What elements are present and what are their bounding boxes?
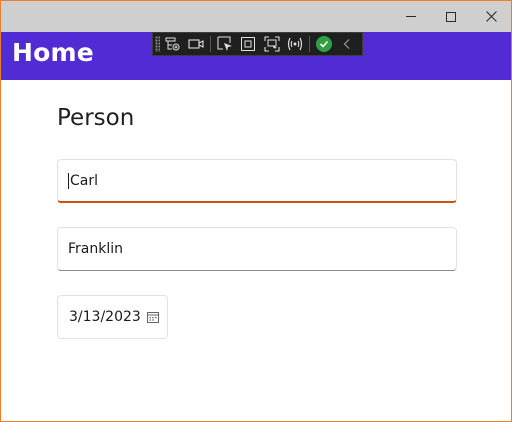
collapse-toolbar-button[interactable] xyxy=(339,34,356,54)
minimize-button[interactable] xyxy=(391,1,431,32)
toolbar-separator xyxy=(210,36,211,52)
xaml-debug-toolbar xyxy=(152,32,363,56)
date-value: 3/13/2023 xyxy=(69,309,141,325)
form-title: Person xyxy=(57,105,135,131)
close-icon xyxy=(485,11,497,22)
minimize-icon xyxy=(406,16,416,17)
camera-icon xyxy=(188,39,204,49)
last-name-value: Franklin xyxy=(68,241,124,257)
maximize-icon xyxy=(446,11,456,22)
display-layout-adorners-icon xyxy=(241,37,256,51)
track-focus-button[interactable] xyxy=(263,34,280,54)
check-status-icon xyxy=(315,36,332,52)
camera-button[interactable] xyxy=(188,34,205,54)
first-name-value: Carl xyxy=(70,172,98,189)
text-caret xyxy=(68,172,69,189)
collapse-chevron-icon xyxy=(343,39,350,49)
status-check-button[interactable] xyxy=(315,34,332,54)
title-bar[interactable] xyxy=(1,1,511,32)
app-window: Home Person Carl Franklin 3/13/2023 xyxy=(0,0,512,422)
toolbar-separator xyxy=(309,36,311,52)
select-element-button[interactable] xyxy=(216,34,233,54)
first-name-input[interactable]: Carl xyxy=(57,159,457,203)
select-element-icon xyxy=(217,36,232,51)
close-button[interactable] xyxy=(471,1,511,32)
live-visual-tree-icon xyxy=(165,37,180,51)
track-focus-icon xyxy=(264,36,280,52)
date-picker[interactable]: 3/13/2023 xyxy=(57,295,168,339)
toolbar-grip-handle[interactable] xyxy=(155,36,161,52)
calendar-icon xyxy=(147,312,159,323)
display-adorners-button[interactable] xyxy=(239,34,256,54)
live-visual-tree-button[interactable] xyxy=(164,34,181,54)
last-name-input[interactable]: Franklin xyxy=(57,227,457,271)
hot-reload-icon xyxy=(288,37,303,51)
maximize-button[interactable] xyxy=(431,1,471,32)
hot-reload-button[interactable] xyxy=(286,34,304,54)
page-title: Home xyxy=(12,38,94,67)
